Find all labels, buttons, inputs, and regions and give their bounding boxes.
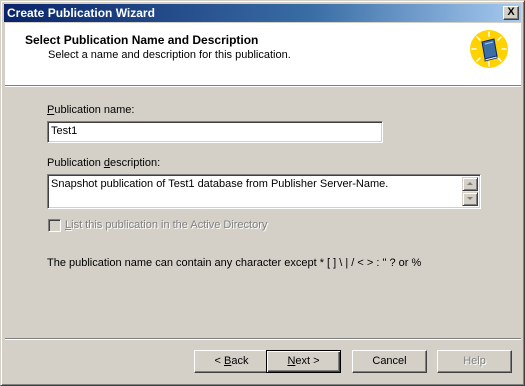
publication-description-input[interactable]: Snapshot publication of Test1 database f… bbox=[47, 174, 481, 209]
scroll-up-button[interactable] bbox=[462, 177, 478, 191]
footer-divider bbox=[5, 338, 521, 340]
next-button[interactable]: Next > bbox=[266, 350, 341, 373]
active-directory-checkbox[interactable] bbox=[48, 219, 61, 232]
arrow-down-icon bbox=[467, 197, 473, 200]
arrow-up-icon bbox=[467, 182, 473, 185]
publication-name-value: Test1 bbox=[51, 125, 78, 137]
scroll-down-button[interactable] bbox=[462, 192, 478, 206]
active-directory-label: List this publication in the Active Dire… bbox=[65, 219, 268, 231]
page-subtitle: Select a name and description for this p… bbox=[48, 49, 291, 61]
publication-book-icon bbox=[470, 30, 508, 68]
title-bar[interactable]: Create Publication Wizard X bbox=[4, 4, 521, 22]
back-button[interactable]: < Back bbox=[194, 350, 269, 373]
cancel-button[interactable]: Cancel bbox=[352, 350, 427, 373]
page-title: Select Publication Name and Description bbox=[25, 33, 259, 47]
publication-name-label: Publication name: bbox=[47, 104, 135, 116]
publication-description-value: Snapshot publication of Test1 database f… bbox=[51, 178, 389, 190]
publication-name-hint: The publication name can contain any cha… bbox=[47, 257, 422, 269]
wizard-window: Create Publication Wizard X Select Publi… bbox=[0, 0, 525, 386]
close-icon: X bbox=[507, 6, 515, 18]
window-title: Create Publication Wizard bbox=[7, 6, 155, 20]
header-divider bbox=[5, 85, 521, 87]
close-button[interactable]: X bbox=[503, 6, 519, 20]
wizard-header: Select Publication Name and Description … bbox=[5, 23, 521, 85]
publication-description-label: Publication description: bbox=[47, 157, 161, 169]
publication-name-input[interactable]: Test1 bbox=[47, 121, 383, 143]
help-button[interactable]: Help bbox=[437, 350, 512, 373]
description-scrollbar[interactable] bbox=[462, 177, 478, 206]
